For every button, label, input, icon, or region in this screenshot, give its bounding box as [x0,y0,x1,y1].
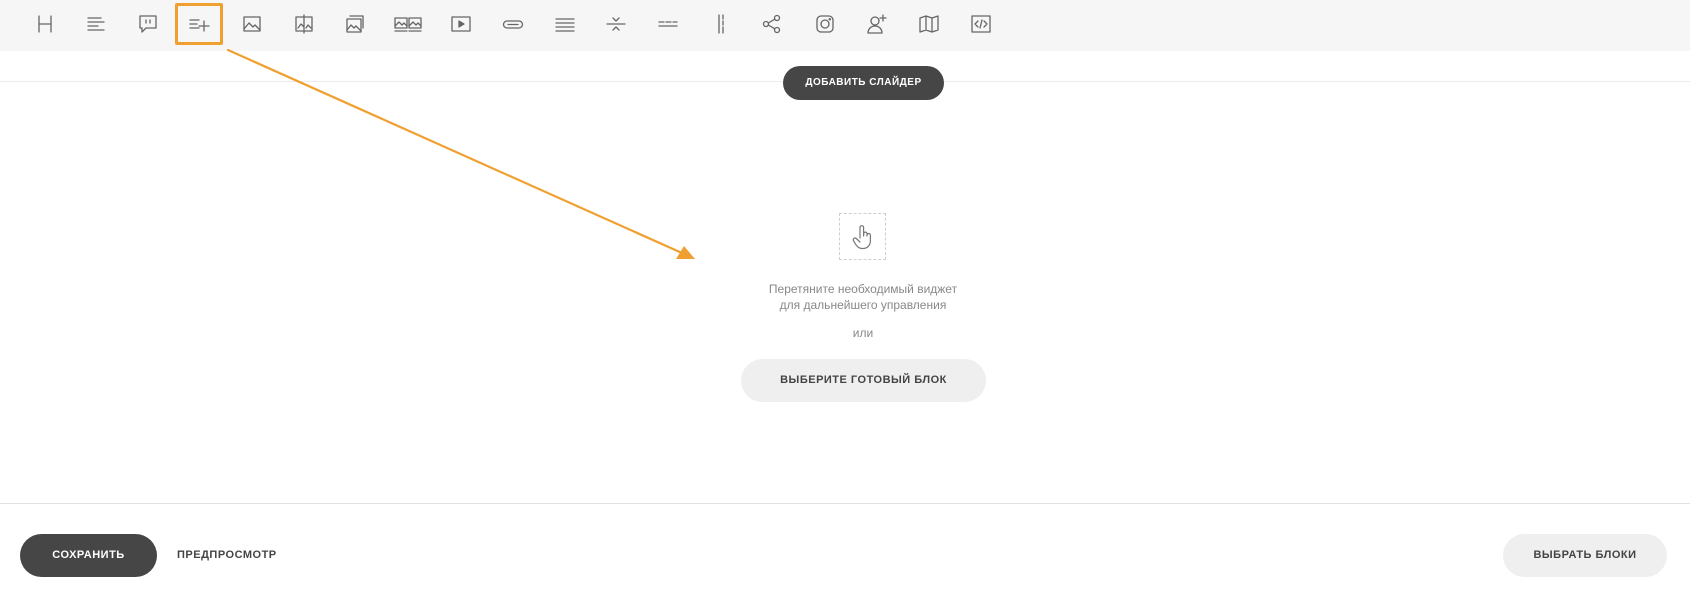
tool-share[interactable] [750,5,794,43]
quote-icon [139,15,157,33]
tool-code[interactable] [959,5,1003,43]
instagram-icon [816,15,834,33]
code-icon [971,15,991,33]
preview-link[interactable]: ПРЕДПРОСМОТР [177,534,277,577]
tool-image[interactable] [230,5,274,43]
vertical-divider-icon [718,14,724,34]
tool-image-compare[interactable] [282,5,326,43]
add-user-icon [867,14,887,34]
hint-line-2: для дальнейшего управления [779,298,947,312]
video-icon [451,16,471,32]
footer-divider [0,503,1690,504]
tool-quote[interactable] [126,5,170,43]
map-icon [919,15,939,33]
spacer-icon [606,17,626,31]
lines-icon [555,18,575,32]
tool-video[interactable] [439,5,483,43]
divider-icon [658,21,678,27]
tool-add-user[interactable] [855,5,899,43]
heading-icon [38,15,52,33]
page-builder: ДОБАВИТЬ СЛАЙДЕР Перетяните необходимый … [0,0,1690,589]
drop-zone-hint: Перетяните необходимый виджет для дальне… [663,281,1063,313]
tool-vertical-divider[interactable] [699,5,743,43]
save-button[interactable]: СОХРАНИТЬ [20,534,157,577]
tool-spacer[interactable] [594,5,638,43]
add-slider-button[interactable]: ДОБАВИТЬ СЛАЙДЕР [783,66,944,100]
tool-divider[interactable] [646,5,690,43]
drop-zone-icon-box [839,213,886,260]
hint-line-1: Перетяните необходимый виджет [768,282,958,296]
image-icon [243,16,261,32]
tool-heading[interactable] [23,5,67,43]
tool-button[interactable] [491,5,535,43]
tool-lines[interactable] [543,5,587,43]
image-grid-icon [394,17,422,32]
or-separator: или [852,326,874,340]
share-icon [762,14,781,34]
widget-toolbar [0,0,1690,51]
tool-instagram[interactable] [803,5,847,43]
tool-gallery[interactable] [333,5,377,43]
tool-text[interactable] [74,5,118,43]
tool-image-grid[interactable] [386,5,430,43]
choose-ready-block-button[interactable]: ВЫБЕРИТЕ ГОТОВЫЙ БЛОК [741,359,986,402]
hand-pointer-icon [852,224,871,249]
tool-map[interactable] [907,5,951,43]
pick-blocks-button[interactable]: ВЫБРАТЬ БЛОКИ [1503,534,1667,577]
gallery-icon [346,15,364,33]
text-icon [87,17,105,31]
add-list-icon [189,19,210,32]
image-compare-icon [295,14,313,34]
tool-add-list[interactable] [175,3,223,45]
button-icon [502,20,524,29]
